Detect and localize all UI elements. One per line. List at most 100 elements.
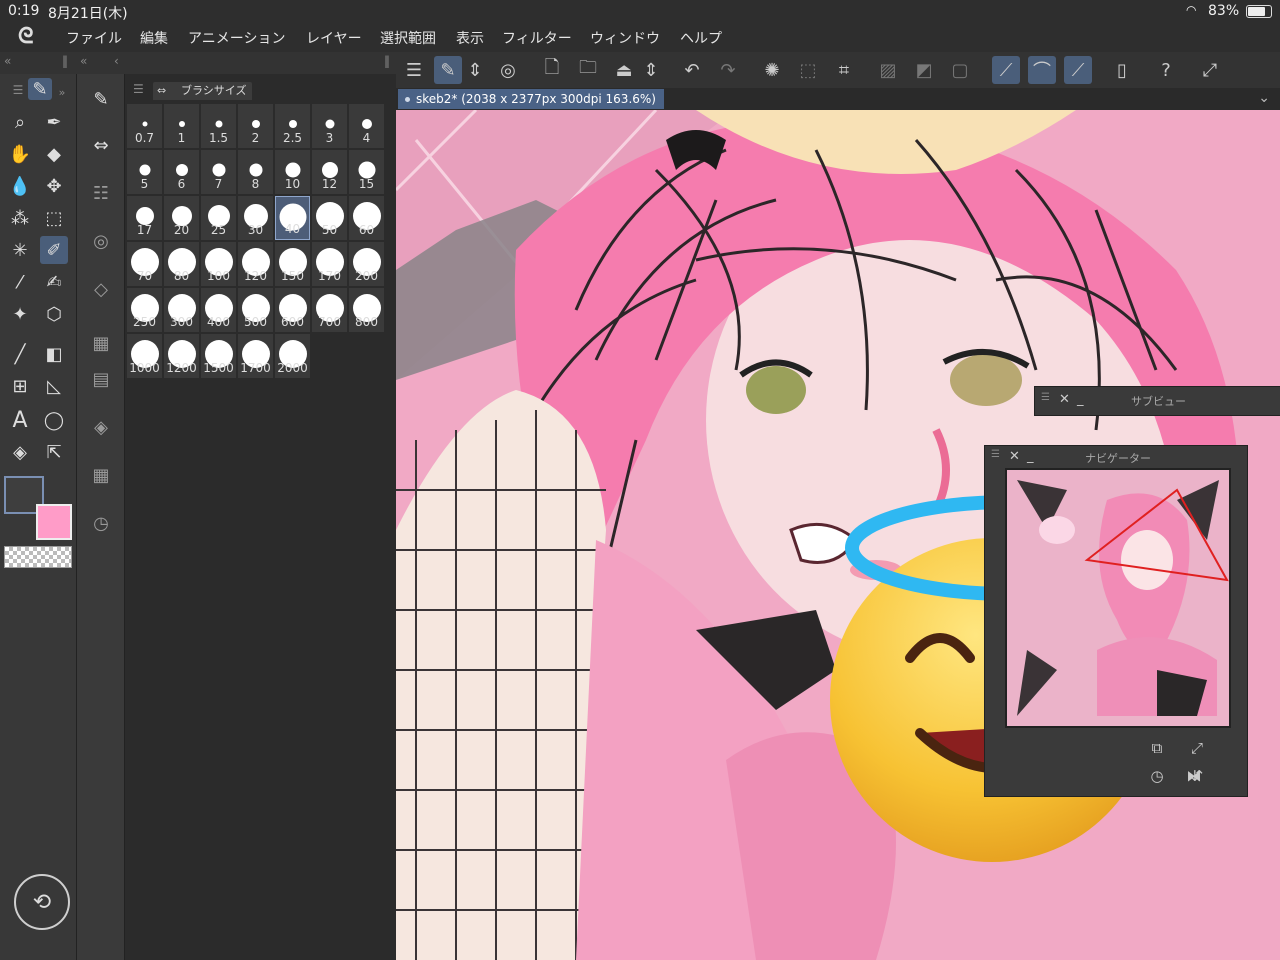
brush-size-cell[interactable]: 25 [201,196,236,240]
brush-size-cell[interactable]: 40 [275,196,310,240]
redo-icon[interactable]: ↷ [714,56,742,84]
subtool-pencil-icon[interactable]: ✎ [84,82,118,116]
menu-window[interactable]: ウィンドウ [590,28,660,48]
brush-size-cell[interactable]: 1000 [127,334,162,378]
decoration-tool-icon[interactable]: ✦ [6,300,34,328]
transform-icon[interactable]: ⌗ [830,56,858,84]
new-document-icon[interactable]: 🗋 [538,56,566,84]
fill-selection-icon[interactable]: ◩ [910,56,938,84]
brush-size-cell[interactable]: 700 [312,288,347,332]
menu-layer[interactable]: レイヤー [306,28,362,48]
brush-size-cell[interactable]: 12 [312,150,347,194]
brush-size-cell[interactable]: 80 [164,242,199,286]
balloon-tool-icon[interactable]: ◯ [40,406,68,434]
brush-size-cell[interactable]: 1 [164,104,199,148]
clear-selection-icon[interactable]: ⬚ [794,56,822,84]
frame-tool-icon[interactable]: ⊞ [6,372,34,400]
updown-icon[interactable]: ⇕ [466,56,484,84]
layer-property-icon[interactable]: ◈ [84,410,118,444]
brush-size-cell[interactable]: 250 [127,288,162,332]
menu-file[interactable]: ファイル [66,28,122,48]
timeline-panel-icon[interactable]: ▤ [84,362,118,396]
navigator-minimize-icon[interactable]: _ [1027,449,1034,464]
deselect-icon[interactable]: ▢ [946,56,974,84]
brush-size-cell[interactable]: 17 [127,196,162,240]
open-folder-icon[interactable]: 🗀 [574,56,602,84]
more-icon[interactable]: » [54,78,70,106]
menu-edit[interactable]: 編集 [140,28,168,48]
move-tool-icon[interactable]: ✥ [40,172,68,200]
panel-grip-right-icon[interactable]: ‖ [384,54,390,68]
text-tool-icon[interactable]: A [6,406,34,434]
menu-filter[interactable]: フィルター [502,28,572,48]
device-icon[interactable]: ▯ [1108,56,1136,84]
navigator-flip-horizontal-button-icon[interactable]: ⧓ [1182,764,1206,788]
brush-size-cell[interactable]: 6 [164,150,199,194]
loading-spinner-icon[interactable]: ✺ [758,56,786,84]
brush-size-cell[interactable]: 1200 [164,334,199,378]
panel-menu-icon[interactable]: ☰ [133,82,144,96]
pen-tab-icon[interactable]: ✎ [28,78,52,100]
menu-view[interactable]: 表示 [456,28,484,48]
menu-help[interactable]: ヘルプ [680,28,722,48]
blend-tool-icon[interactable]: 💧 [6,172,34,200]
eyedropper-tool-icon[interactable]: ⁄ [6,268,34,296]
navigator-fit-icon[interactable]: ⧉ [1145,736,1169,760]
subview-grip-icon[interactable]: ☰ [1041,392,1050,403]
collapse-subtool-icon[interactable]: « [80,54,87,68]
help-icon[interactable]: ? [1152,56,1180,84]
chevron-down-icon[interactable]: ⌄ [1258,90,1270,106]
gradient-tool-icon[interactable]: ◧ [40,340,68,368]
edit-mode-icon[interactable]: ✎ [434,56,462,84]
brush-size-cell[interactable]: 30 [238,196,273,240]
navigator-thumbnail[interactable] [1005,468,1231,728]
brush-size-tab[interactable]: ブラシサイズ [153,82,253,100]
brush-size-cell[interactable]: 800 [349,288,384,332]
material-panel-icon[interactable]: ▦ [84,326,118,360]
hand-tool-icon[interactable]: ✋ [6,140,34,168]
transparent-color-swatch[interactable] [4,546,72,568]
panel-grip-icon[interactable]: ‖ [62,54,68,68]
subview-minimize-icon[interactable]: _ [1077,392,1084,407]
brush-size-cell[interactable]: 400 [201,288,236,332]
navigator-rotate-icon[interactable]: ◷ [1145,764,1169,788]
brush-size-cell[interactable]: 2 [238,104,273,148]
brush-size-cell[interactable]: 500 [238,288,273,332]
brush-size-cell[interactable]: 300 [164,288,199,332]
brush-size-cell[interactable]: 10 [275,150,310,194]
eraser-tool-icon[interactable]: ◆ [40,140,68,168]
brush-size-cell[interactable]: 2000 [275,334,310,378]
brush-size-cell[interactable]: 3 [312,104,347,148]
brush-size-cell[interactable]: 8 [238,150,273,194]
document-tab[interactable]: skeb2* (2038 x 2377px 300dpi 163.6%) [398,89,664,109]
brush-size-cell[interactable]: 600 [275,288,310,332]
balloon-tail-tool-icon[interactable]: ◺ [40,372,68,400]
quick-access-icon[interactable]: ◎ [494,56,522,84]
ruler-snap-icon[interactable]: ⟋ [992,56,1020,84]
updown-2-icon[interactable]: ⇕ [642,56,660,84]
brush-size-cell[interactable]: 20 [164,196,199,240]
brush-size-cell[interactable]: 0.7 [127,104,162,148]
sub-color-swatch[interactable] [36,504,72,540]
tool-property-icon[interactable]: ☷ [84,176,118,210]
selection-tool-icon[interactable]: ⬚ [40,204,68,232]
history-panel-icon[interactable]: ◷ [84,506,118,540]
3d-object-tool-icon[interactable]: ⬡ [40,300,68,328]
navigator-expand-icon[interactable]: ⤢ [1185,736,1209,760]
navigator-close-icon[interactable]: ✕ [1009,449,1020,464]
brush-tool-icon[interactable]: ✍ [40,268,68,296]
auto-select-tool-icon[interactable]: ✳ [6,236,34,264]
brush-size-cell[interactable]: 1500 [201,334,236,378]
pencil-tool-icon[interactable]: ✐ [40,236,68,264]
brush-size-cell[interactable]: 120 [238,242,273,286]
hamburger-menu-icon[interactable]: ☰ [400,56,428,84]
navigator-grip-icon[interactable]: ☰ [991,449,1000,460]
calendar-panel-icon[interactable]: ▦ [84,458,118,492]
brush-size-cell[interactable]: 1700 [238,334,273,378]
fill-tool-icon[interactable]: ◈ [6,438,34,466]
save-icon[interactable]: ⏏ [610,56,638,84]
guide-snap-icon[interactable]: ⟋ [1064,56,1092,84]
brush-size-cell[interactable]: 100 [201,242,236,286]
collapse-left-icon[interactable]: « [4,54,11,68]
brush-size-cell[interactable]: 50 [312,196,347,240]
